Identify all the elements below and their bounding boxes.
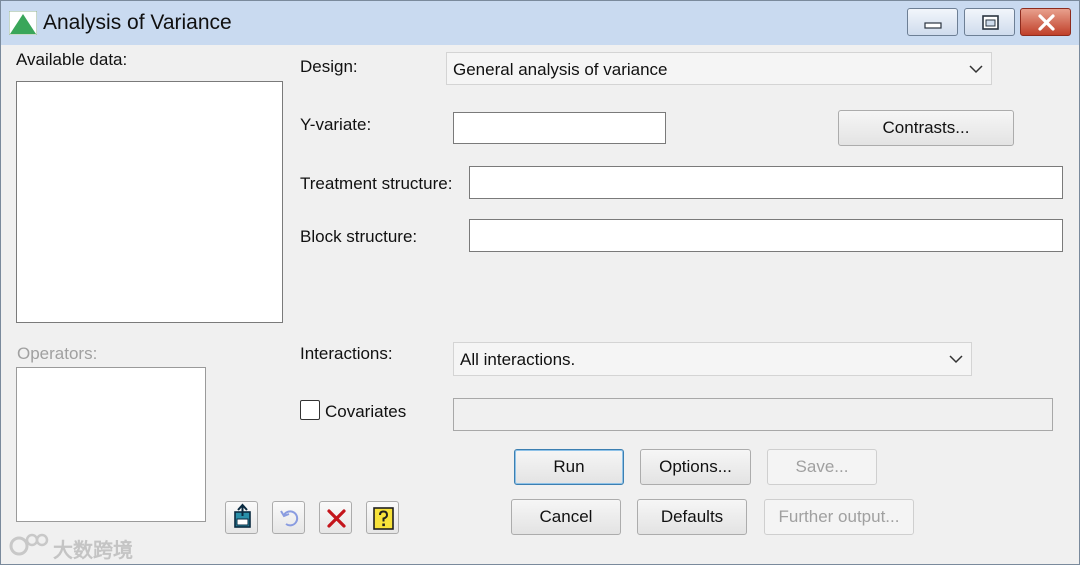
y-variate-label: Y-variate: — [300, 115, 372, 134]
clear-x-icon — [327, 509, 346, 528]
operators-list[interactable] — [16, 367, 206, 522]
block-structure-input[interactable] — [469, 219, 1063, 252]
undo-button[interactable] — [272, 501, 305, 534]
y-variate-input[interactable] — [453, 112, 666, 144]
transfer-button[interactable] — [225, 501, 258, 534]
save-button[interactable]: Save... — [767, 449, 877, 485]
available-data-list[interactable] — [16, 81, 283, 323]
treatment-structure-label: Treatment structure: — [300, 174, 453, 193]
watermark-text: 大数跨境 — [53, 540, 133, 562]
clear-button[interactable] — [319, 501, 352, 534]
green-triangle-icon — [9, 11, 37, 35]
save-button-label: Save... — [795, 457, 849, 476]
covariates-input[interactable] — [453, 398, 1053, 431]
watermark-logo-icon — [9, 533, 49, 556]
further-output-button[interactable]: Further output... — [764, 499, 914, 535]
contrasts-button-label: Contrasts... — [882, 118, 970, 137]
treatment-structure-input[interactable] — [469, 166, 1063, 199]
further-output-button-label: Further output... — [778, 507, 900, 526]
watermark: 大数跨境 — [9, 531, 159, 562]
transfer-icon — [234, 503, 251, 528]
window-title: Analysis of Variance — [43, 11, 232, 34]
minimize-icon — [924, 22, 942, 29]
options-button-label: Options... — [659, 457, 732, 476]
run-button-label: Run — [553, 457, 585, 476]
close-icon — [1038, 14, 1055, 31]
available-data-label: Available data: — [16, 50, 128, 69]
covariates-checkbox[interactable] — [300, 400, 320, 420]
design-label: Design: — [300, 57, 358, 76]
maximize-icon — [982, 15, 999, 30]
maximize-button[interactable] — [964, 8, 1015, 36]
defaults-button[interactable]: Defaults — [637, 499, 747, 535]
cancel-button[interactable]: Cancel — [511, 499, 621, 535]
chevron-down-icon — [949, 355, 963, 364]
operators-label: Operators: — [17, 344, 98, 363]
chevron-down-icon — [969, 65, 983, 74]
interactions-select[interactable]: All interactions. — [453, 342, 972, 376]
interactions-select-value: All interactions. — [460, 350, 576, 369]
run-button[interactable]: Run — [514, 449, 624, 485]
undo-icon — [280, 510, 299, 527]
contrasts-button[interactable]: Contrasts... — [838, 110, 1014, 146]
title-bar[interactable]: Analysis of Variance — [1, 1, 1079, 45]
design-select-value: General analysis of variance — [453, 60, 668, 79]
help-icon — [373, 507, 394, 530]
close-button[interactable] — [1020, 8, 1071, 36]
interactions-label: Interactions: — [300, 344, 393, 363]
minimize-button[interactable] — [907, 8, 958, 36]
help-button[interactable] — [366, 501, 399, 534]
analysis-of-variance-dialog: Analysis of Variance Available data: Ope… — [0, 0, 1080, 565]
options-button[interactable]: Options... — [640, 449, 751, 485]
covariates-label[interactable]: Covariates — [325, 402, 406, 422]
cancel-button-label: Cancel — [539, 507, 593, 526]
defaults-button-label: Defaults — [660, 507, 724, 526]
block-structure-label: Block structure: — [300, 227, 418, 246]
design-select[interactable]: General analysis of variance — [446, 52, 992, 85]
